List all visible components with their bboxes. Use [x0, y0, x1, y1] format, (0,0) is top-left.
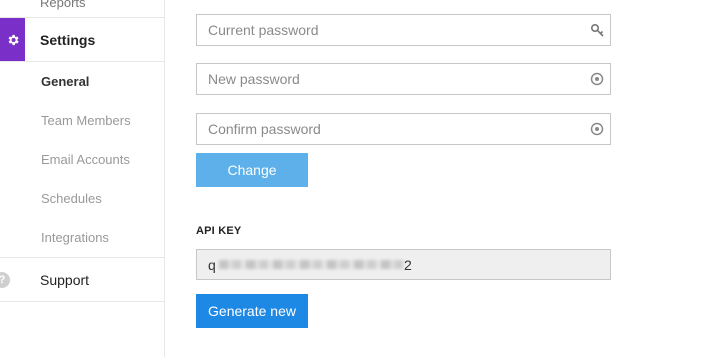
settings-page: Reports Settings General Team Members Em… [0, 0, 708, 357]
generate-new-api-key-button[interactable]: Generate new [196, 294, 308, 328]
confirm-password-field [196, 113, 611, 145]
gear-icon [0, 18, 25, 61]
sidebar-item-reports[interactable]: Reports [0, 0, 164, 16]
sidebar-subitem-integrations[interactable]: Integrations [41, 230, 109, 245]
api-key-heading: API KEY [196, 225, 242, 237]
current-password-input[interactable] [197, 15, 582, 45]
current-password-field [196, 14, 611, 46]
api-key-field[interactable]: q 2 [196, 249, 611, 280]
sidebar-item-settings[interactable]: Settings [0, 17, 164, 62]
api-key-suffix: 2 [404, 257, 412, 273]
help-circle-icon: ? [0, 272, 10, 288]
api-key-masked-value [219, 260, 404, 269]
password-manager-icon[interactable] [590, 72, 604, 86]
reports-icon [0, 0, 26, 4]
new-password-field [196, 63, 611, 95]
sidebar-subitem-general[interactable]: General [41, 74, 89, 89]
sidebar-subitem-team-members[interactable]: Team Members [41, 113, 131, 128]
api-key-prefix: q [208, 257, 216, 273]
password-manager-key-icon[interactable] [590, 23, 604, 37]
sidebar: Reports Settings General Team Members Em… [0, 0, 165, 357]
change-password-button[interactable]: Change [196, 153, 308, 187]
sidebar-item-label: Settings [40, 31, 96, 48]
sidebar-item-label: Support [40, 271, 90, 288]
sidebar-item-label: Reports [40, 0, 86, 10]
confirm-password-input[interactable] [197, 114, 582, 144]
new-password-input[interactable] [197, 64, 582, 94]
sidebar-item-support[interactable]: ? Support [0, 257, 164, 302]
password-manager-icon[interactable] [590, 122, 604, 136]
sidebar-subitem-email-accounts[interactable]: Email Accounts [41, 152, 130, 167]
sidebar-subitem-schedules[interactable]: Schedules [41, 191, 102, 206]
